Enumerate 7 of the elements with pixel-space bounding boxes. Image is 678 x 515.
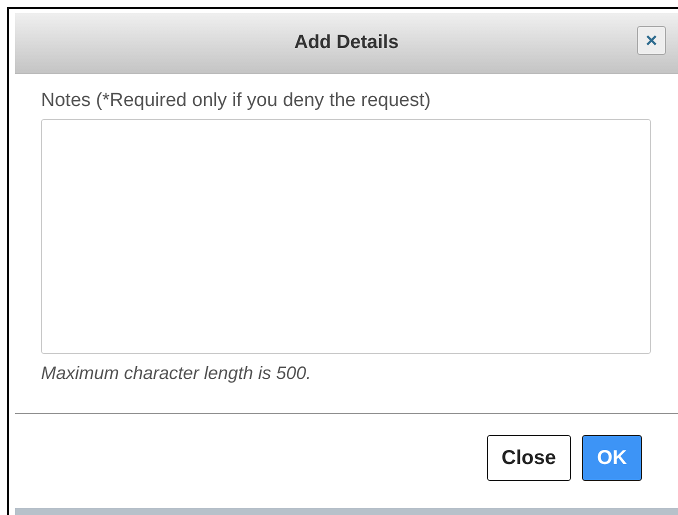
notes-label: Notes (*Required only if you deny the request)	[41, 90, 432, 112]
ok-button[interactable]: OK	[582, 435, 642, 481]
close-icon-button[interactable]: ×	[637, 26, 666, 55]
close-button[interactable]: Close	[486, 435, 571, 481]
notes-field[interactable]	[41, 119, 651, 354]
notes-hint: Maximum character length is 500.	[41, 363, 312, 384]
dialog-title: Add Details	[294, 32, 399, 54]
